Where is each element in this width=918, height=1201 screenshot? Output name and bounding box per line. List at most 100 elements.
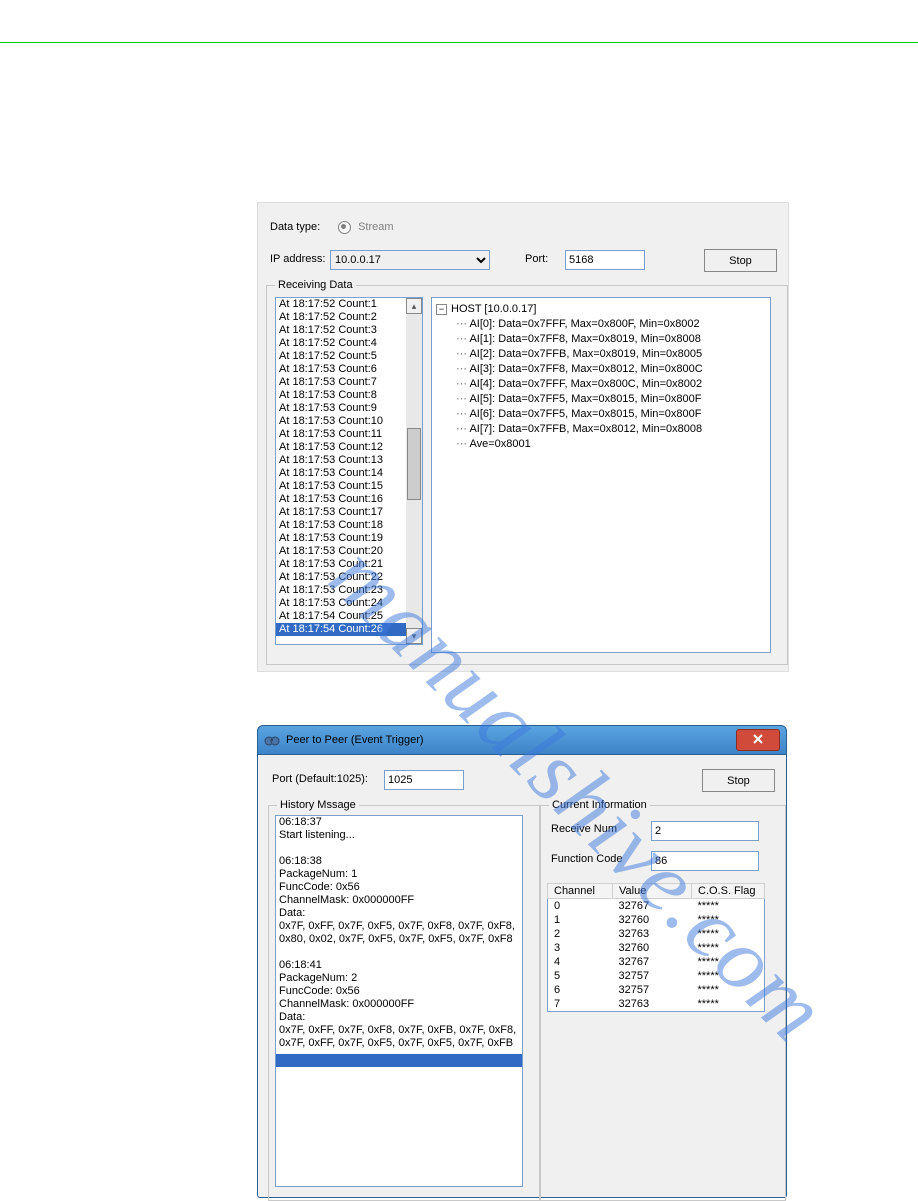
current-group: Current Information Receive Num Function…: [540, 799, 786, 1201]
p2p-body: Port (Default:1025): Stop History Mssage…: [257, 755, 787, 1198]
table-row[interactable]: 232763*****: [548, 927, 765, 941]
tree-item[interactable]: ⋯ AI[1]: Data=0x7FF8, Max=0x8019, Min=0x…: [436, 332, 766, 347]
port-input[interactable]: [565, 250, 645, 270]
receiving-legend: Receiving Data: [275, 279, 356, 291]
ip-combo[interactable]: 10.0.0.17: [330, 250, 490, 270]
list-item[interactable]: At 18:17:53 Count:19: [276, 532, 422, 545]
titlebar[interactable]: Peer to Peer (Event Trigger): [257, 725, 787, 755]
history-line: 0x7F, 0xFF, 0x7F, 0xF8, 0x7F, 0xFB, 0x7F…: [276, 1024, 522, 1037]
list-item[interactable]: At 18:17:52 Count:4: [276, 337, 422, 350]
list-item[interactable]: At 18:17:53 Count:12: [276, 441, 422, 454]
history-line: [276, 842, 522, 855]
scroll-down-icon[interactable]: ▾: [406, 628, 422, 644]
list-item[interactable]: At 18:17:53 Count:15: [276, 480, 422, 493]
recv-num-label: Receive Num: [551, 823, 617, 835]
table-row[interactable]: 732763*****: [548, 997, 765, 1012]
p2p-stop-button[interactable]: Stop: [702, 769, 775, 792]
history-line: Start listening...: [276, 829, 522, 842]
list-item[interactable]: At 18:17:53 Count:8: [276, 389, 422, 402]
list-item[interactable]: At 18:17:54 Count:26: [276, 623, 422, 636]
list-item[interactable]: At 18:17:53 Count:21: [276, 558, 422, 571]
tree-item[interactable]: ⋯ AI[3]: Data=0x7FF8, Max=0x8012, Min=0x…: [436, 362, 766, 377]
receiving-group: Receiving Data At 18:17:52 Count:1At 18:…: [266, 279, 788, 665]
col-value[interactable]: Value: [613, 884, 692, 899]
list-item[interactable]: At 18:17:53 Count:11: [276, 428, 422, 441]
history-line: FuncCode: 0x56: [276, 985, 522, 998]
history-line: PackageNum: 2: [276, 972, 522, 985]
func-code-value: [651, 851, 759, 871]
table-row[interactable]: 532757*****: [548, 969, 765, 983]
tree-item[interactable]: ⋯ Ave=0x8001: [436, 437, 766, 452]
scrollbar[interactable]: ▴ ▾: [406, 298, 422, 644]
radio-icon: [338, 221, 351, 234]
tree-item[interactable]: ⋯ AI[5]: Data=0x7FF5, Max=0x8015, Min=0x…: [436, 392, 766, 407]
history-listbox[interactable]: 06:18:37Start listening... 06:18:38Packa…: [275, 815, 523, 1187]
history-line: 0x7F, 0xFF, 0x7F, 0xF5, 0x7F, 0xF5, 0x7F…: [276, 1037, 522, 1050]
p2p-port-label: Port (Default:1025):: [272, 773, 368, 785]
tree-item[interactable]: ⋯ AI[7]: Data=0x7FFB, Max=0x8012, Min=0x…: [436, 422, 766, 437]
history-line: Data:: [276, 907, 522, 920]
divider: [0, 42, 918, 43]
stop-button[interactable]: Stop: [704, 249, 777, 272]
list-item[interactable]: At 18:17:53 Count:7: [276, 376, 422, 389]
table-row[interactable]: 432767*****: [548, 955, 765, 969]
ip-label: IP address:: [270, 253, 325, 265]
scroll-up-icon[interactable]: ▴: [406, 298, 422, 314]
col-cos[interactable]: C.O.S. Flag: [692, 884, 765, 899]
list-item[interactable]: At 18:17:54 Count:25: [276, 610, 422, 623]
binoculars-icon: [264, 732, 280, 748]
p2p-port-input[interactable]: [384, 770, 464, 790]
tree-item[interactable]: ⋯ AI[4]: Data=0x7FFF, Max=0x800C, Min=0x…: [436, 377, 766, 392]
tree-root[interactable]: −HOST [10.0.0.17]: [436, 302, 766, 317]
list-item[interactable]: At 18:17:52 Count:2: [276, 311, 422, 324]
port-label: Port:: [525, 253, 548, 265]
receiving-listbox[interactable]: At 18:17:52 Count:1At 18:17:52 Count:2At…: [275, 297, 423, 645]
top-panel: Data type: Stream IP address: 10.0.0.17 …: [257, 202, 789, 672]
history-line: [276, 946, 522, 959]
history-group: History Mssage 06:18:37Start listening..…: [268, 799, 540, 1201]
close-button[interactable]: [736, 729, 780, 751]
list-item[interactable]: At 18:17:53 Count:13: [276, 454, 422, 467]
history-selection: [276, 1054, 522, 1067]
table-row[interactable]: 332760*****: [548, 941, 765, 955]
table-row[interactable]: 132760*****: [548, 913, 765, 927]
tree-item[interactable]: ⋯ AI[0]: Data=0x7FFF, Max=0x800F, Min=0x…: [436, 317, 766, 332]
table-row[interactable]: 032767*****: [548, 899, 765, 914]
list-item[interactable]: At 18:17:52 Count:5: [276, 350, 422, 363]
page: Data type: Stream IP address: 10.0.0.17 …: [0, 42, 918, 43]
table-row[interactable]: 632757*****: [548, 983, 765, 997]
history-line: FuncCode: 0x56: [276, 881, 522, 894]
list-item[interactable]: At 18:17:53 Count:22: [276, 571, 422, 584]
list-item[interactable]: At 18:17:53 Count:17: [276, 506, 422, 519]
recv-num-value: [651, 821, 759, 841]
list-item[interactable]: At 18:17:53 Count:10: [276, 415, 422, 428]
stream-label: Stream: [358, 221, 393, 233]
stream-radio: Stream: [338, 221, 394, 234]
list-item[interactable]: At 18:17:53 Count:20: [276, 545, 422, 558]
host-tree[interactable]: −HOST [10.0.0.17] ⋯ AI[0]: Data=0x7FFF, …: [431, 297, 771, 653]
list-item[interactable]: At 18:17:53 Count:14: [276, 467, 422, 480]
history-line: Data:: [276, 1011, 522, 1024]
p2p-window: Peer to Peer (Event Trigger) Port (Defau…: [257, 725, 787, 1197]
scroll-thumb[interactable]: [407, 428, 421, 500]
list-item[interactable]: At 18:17:53 Count:24: [276, 597, 422, 610]
list-item[interactable]: At 18:17:53 Count:18: [276, 519, 422, 532]
history-line: ChannelMask: 0x000000FF: [276, 998, 522, 1011]
close-icon: [753, 734, 763, 744]
collapse-icon[interactable]: −: [436, 304, 447, 315]
channel-table[interactable]: Channel Value C.O.S. Flag 032767*****132…: [547, 883, 765, 1012]
history-line: 06:18:41: [276, 959, 522, 972]
list-item[interactable]: At 18:17:53 Count:9: [276, 402, 422, 415]
data-type-label: Data type:: [270, 221, 320, 233]
current-legend: Current Information: [549, 799, 650, 811]
history-line: ChannelMask: 0x000000FF: [276, 894, 522, 907]
list-item[interactable]: At 18:17:53 Count:6: [276, 363, 422, 376]
col-channel[interactable]: Channel: [548, 884, 613, 899]
list-item[interactable]: At 18:17:52 Count:3: [276, 324, 422, 337]
tree-item[interactable]: ⋯ AI[6]: Data=0x7FF5, Max=0x8015, Min=0x…: [436, 407, 766, 422]
list-item[interactable]: At 18:17:53 Count:23: [276, 584, 422, 597]
list-item[interactable]: At 18:17:53 Count:16: [276, 493, 422, 506]
func-code-label: Function Code: [551, 853, 623, 865]
list-item[interactable]: At 18:17:52 Count:1: [276, 298, 422, 311]
tree-item[interactable]: ⋯ AI[2]: Data=0x7FFB, Max=0x8019, Min=0x…: [436, 347, 766, 362]
